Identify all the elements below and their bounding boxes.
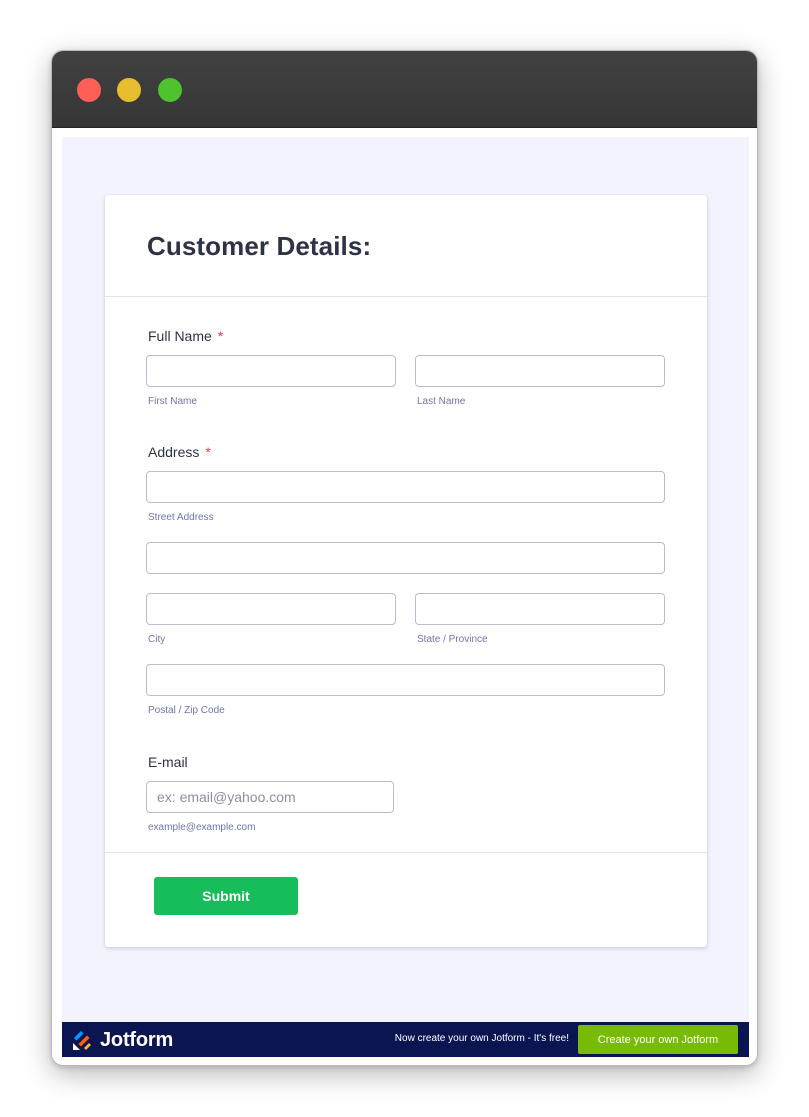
state-province-sublabel: State / Province <box>417 634 488 645</box>
address-label-text: Address <box>148 444 200 460</box>
postal-code-input[interactable] <box>146 664 665 696</box>
street-address-line2-input[interactable] <box>146 542 665 574</box>
jotform-logo-icon <box>73 1031 91 1050</box>
jotform-brand-text: Jotform <box>100 1028 174 1051</box>
create-jotform-button[interactable]: Create your own Jotform <box>578 1025 738 1054</box>
email-sublabel: example@example.com <box>148 822 256 833</box>
street-address-input[interactable] <box>146 471 665 503</box>
jotform-logo[interactable]: Jotform <box>72 1029 173 1051</box>
city-input[interactable] <box>146 593 396 625</box>
state-province-input[interactable] <box>415 593 665 625</box>
maximize-window-icon[interactable] <box>158 78 182 102</box>
footer-divider <box>105 852 707 853</box>
form-header: Customer Details: <box>105 195 707 297</box>
page-viewport: Customer Details: Full Name * First Name … <box>62 137 749 1057</box>
browser-window: Customer Details: Full Name * First Name … <box>51 50 758 1066</box>
street-address-sublabel: Street Address <box>148 512 214 523</box>
form-card: Customer Details: Full Name * First Name … <box>105 195 707 947</box>
required-asterisk: * <box>205 444 211 460</box>
last-name-sublabel: Last Name <box>417 396 466 407</box>
city-sublabel: City <box>148 634 166 645</box>
last-name-input[interactable] <box>415 355 665 387</box>
first-name-input[interactable] <box>146 355 396 387</box>
form-title: Customer Details: <box>147 231 372 261</box>
full-name-label: Full Name * <box>148 328 223 344</box>
full-name-label-text: Full Name <box>148 328 212 344</box>
promo-text: Now create your own Jotform - It's free! <box>394 1033 569 1044</box>
close-window-icon[interactable] <box>77 78 101 102</box>
window-titlebar <box>52 51 757 128</box>
postal-code-sublabel: Postal / Zip Code <box>148 705 225 716</box>
email-label: E-mail <box>148 754 188 770</box>
jotform-promo-bar: Jotform Now create your own Jotform - It… <box>62 1022 749 1057</box>
submit-button[interactable]: Submit <box>154 877 298 915</box>
required-asterisk: * <box>217 328 224 344</box>
email-input[interactable] <box>146 781 394 813</box>
minimize-window-icon[interactable] <box>117 78 141 102</box>
first-name-sublabel: First Name <box>148 396 197 407</box>
address-label: Address * <box>148 444 211 460</box>
